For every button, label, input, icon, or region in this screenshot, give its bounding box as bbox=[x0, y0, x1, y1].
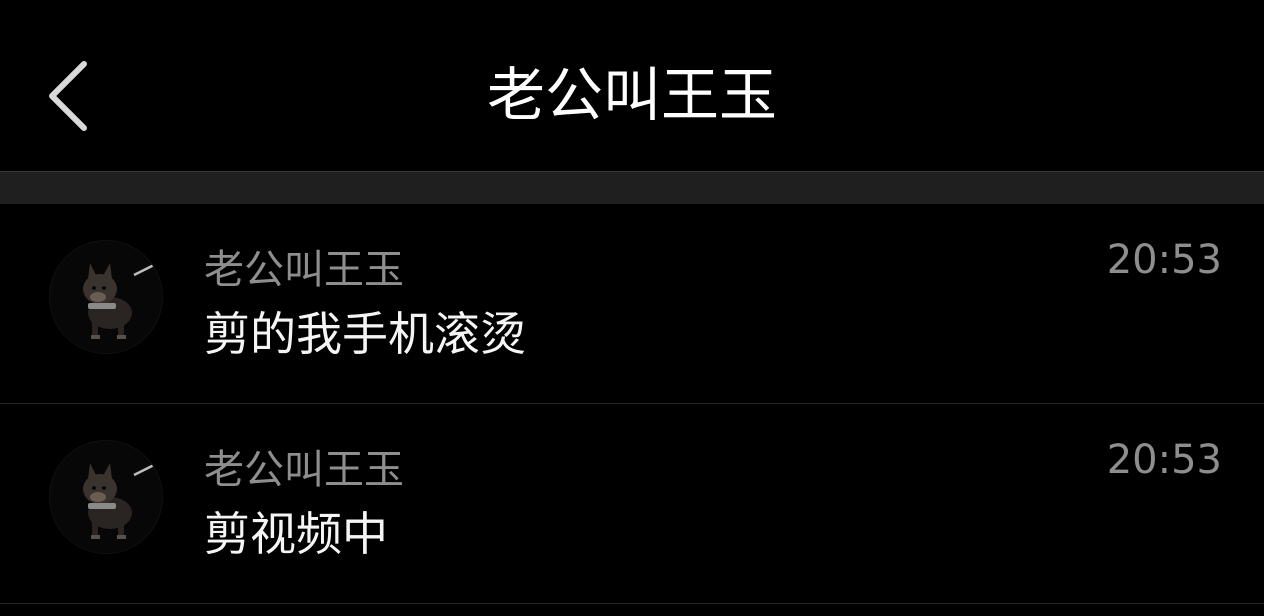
top-bar: 老公叫王玉 bbox=[0, 0, 1264, 172]
message-preview: 剪视频中 bbox=[204, 507, 388, 561]
section-divider bbox=[0, 172, 1264, 204]
dog-avatar-icon bbox=[50, 441, 162, 553]
list-item[interactable]: 老公叫王玉 剪的我手机滚烫 20:53 bbox=[0, 204, 1264, 404]
page-title: 老公叫王玉 bbox=[486, 61, 777, 129]
message-time: 20:53 bbox=[1106, 437, 1222, 483]
list-item[interactable]: 老公叫王玉 剪视频中 20:53 bbox=[0, 404, 1264, 604]
sender-name: 老公叫王玉 bbox=[204, 247, 404, 293]
message-time: 20:53 bbox=[1106, 237, 1222, 283]
avatar[interactable] bbox=[49, 240, 163, 354]
dog-avatar-icon bbox=[50, 241, 162, 353]
message-list: 老公叫王玉 剪的我手机滚烫 20:53 老公叫王玉 剪视频中 20:53 bbox=[0, 204, 1264, 604]
sender-name: 老公叫王玉 bbox=[204, 447, 404, 493]
message-preview: 剪的我手机滚烫 bbox=[204, 307, 526, 361]
avatar[interactable] bbox=[49, 440, 163, 554]
